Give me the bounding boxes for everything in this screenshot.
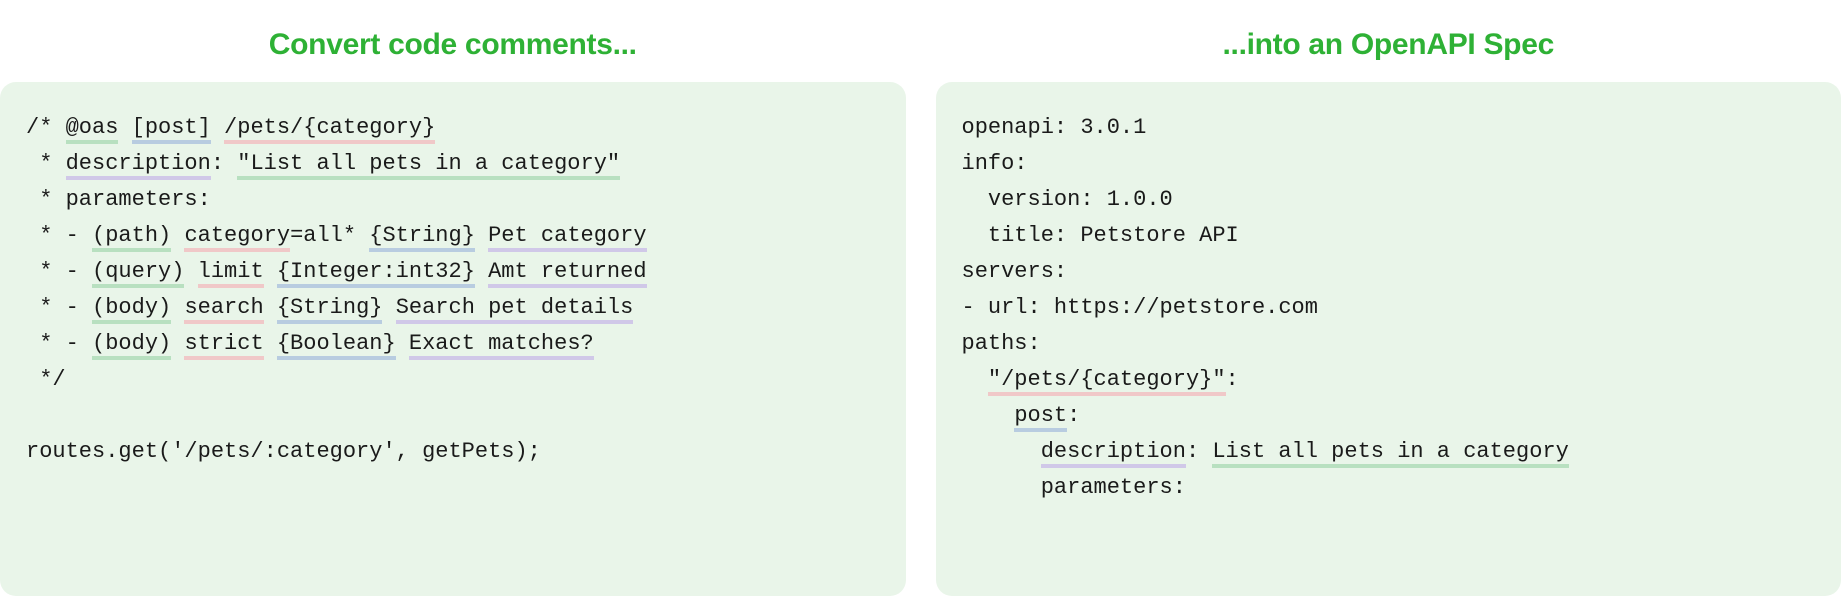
- code-line: "/pets/{category}":: [962, 362, 1816, 398]
- code-segment: [171, 223, 184, 248]
- code-segment: */: [26, 367, 66, 392]
- code-segment: (body): [92, 331, 171, 360]
- code-line: version: 1.0.0: [962, 182, 1816, 218]
- code-line: description: List all pets in a category: [962, 434, 1816, 470]
- code-segment: title: Petstore API: [962, 223, 1239, 248]
- code-segment: Amt returned: [488, 259, 646, 288]
- right-panel: ...into an OpenAPI Spec openapi: 3.0.1 in…: [936, 0, 1841, 596]
- code-line: paths:: [962, 326, 1816, 362]
- code-segment: limit: [198, 259, 264, 288]
- code-segment: /pets/{category}: [224, 115, 435, 144]
- code-segment: info:: [962, 151, 1028, 176]
- code-segment: {Boolean}: [277, 331, 396, 360]
- code-line: servers:: [962, 254, 1816, 290]
- code-segment: {String}: [369, 223, 475, 252]
- code-segment: paths:: [962, 331, 1041, 356]
- code-segment: category: [184, 223, 290, 252]
- code-segment: version: 1.0.0: [962, 187, 1173, 212]
- code-line: - url: https://petstore.com: [962, 290, 1816, 326]
- left-panel: Convert code comments... /* @oas [post] …: [0, 0, 906, 596]
- code-segment: :: [1067, 403, 1080, 428]
- code-segment: description: [66, 151, 211, 180]
- code-segment: [264, 259, 277, 284]
- code-segment: {String}: [277, 295, 383, 324]
- code-segment: - url: https://petstore.com: [962, 295, 1318, 320]
- code-segment: [396, 331, 409, 356]
- code-line: routes.get('/pets/:category', getPets);: [26, 434, 880, 470]
- code-segment: :: [211, 151, 237, 176]
- code-line: /* @oas [post] /pets/{category}: [26, 110, 880, 146]
- code-segment: * parameters:: [26, 187, 211, 212]
- code-segment: servers:: [962, 259, 1068, 284]
- code-segment: "/pets/{category}": [988, 367, 1226, 396]
- code-line: info:: [962, 146, 1816, 182]
- code-segment: parameters:: [962, 475, 1186, 500]
- code-segment: [264, 295, 277, 320]
- code-line: * - (path) category=all* {String} Pet ca…: [26, 218, 880, 254]
- code-line: * parameters:: [26, 182, 880, 218]
- code-segment: [962, 367, 988, 392]
- right-code-block: openapi: 3.0.1 info: version: 1.0.0 title…: [936, 82, 1841, 596]
- code-segment: [171, 331, 184, 356]
- code-segment: [211, 115, 224, 140]
- code-segment: [184, 259, 197, 284]
- code-line: parameters:: [962, 470, 1816, 506]
- code-line: title: Petstore API: [962, 218, 1816, 254]
- code-line: */: [26, 362, 880, 398]
- code-segment: [post]: [132, 115, 211, 144]
- code-segment: [382, 295, 395, 320]
- code-line: post:: [962, 398, 1816, 434]
- code-segment: openapi: 3.0.1: [962, 115, 1147, 140]
- code-line: * - (body) search {String} Search pet de…: [26, 290, 880, 326]
- two-column-layout: Convert code comments... /* @oas [post] …: [0, 0, 1841, 596]
- code-segment: (body): [92, 295, 171, 324]
- code-segment: @oas: [66, 115, 119, 144]
- code-line: openapi: 3.0.1: [962, 110, 1816, 146]
- code-segment: [264, 331, 277, 356]
- code-segment: Pet category: [488, 223, 646, 252]
- code-segment: description: [1041, 439, 1186, 468]
- code-segment: =all*: [290, 223, 369, 248]
- code-segment: [475, 223, 488, 248]
- code-segment: (path): [92, 223, 171, 252]
- code-segment: [962, 403, 1015, 428]
- code-segment: /*: [26, 115, 66, 140]
- left-code-block: /* @oas [post] /pets/{category} * descri…: [0, 82, 906, 596]
- left-panel-title: Convert code comments...: [0, 0, 906, 82]
- code-segment: (query): [92, 259, 184, 288]
- code-segment: List all pets in a category: [1212, 439, 1568, 468]
- code-segment: [475, 259, 488, 284]
- right-panel-title: ...into an OpenAPI Spec: [936, 0, 1841, 82]
- code-segment: Search pet details: [396, 295, 634, 324]
- code-segment: [118, 115, 131, 140]
- code-segment: * -: [26, 223, 92, 248]
- code-segment: {Integer:int32}: [277, 259, 475, 288]
- code-segment: * -: [26, 331, 92, 356]
- code-segment: "List all pets in a category": [237, 151, 620, 180]
- code-line: [26, 398, 880, 434]
- code-segment: Exact matches?: [409, 331, 594, 360]
- code-segment: routes.get('/pets/:category', getPets);: [26, 439, 541, 464]
- code-segment: :: [1226, 367, 1239, 392]
- code-segment: strict: [184, 331, 263, 360]
- code-segment: [171, 295, 184, 320]
- code-segment: search: [184, 295, 263, 324]
- code-segment: * -: [26, 259, 92, 284]
- code-line: * description: "List all pets in a categ…: [26, 146, 880, 182]
- code-segment: [962, 439, 1041, 464]
- code-segment: :: [1186, 439, 1212, 464]
- code-line: * - (body) strict {Boolean} Exact matche…: [26, 326, 880, 362]
- code-segment: *: [26, 151, 66, 176]
- code-line: * - (query) limit {Integer:int32} Amt re…: [26, 254, 880, 290]
- code-segment: * -: [26, 295, 92, 320]
- code-segment: post: [1014, 403, 1067, 432]
